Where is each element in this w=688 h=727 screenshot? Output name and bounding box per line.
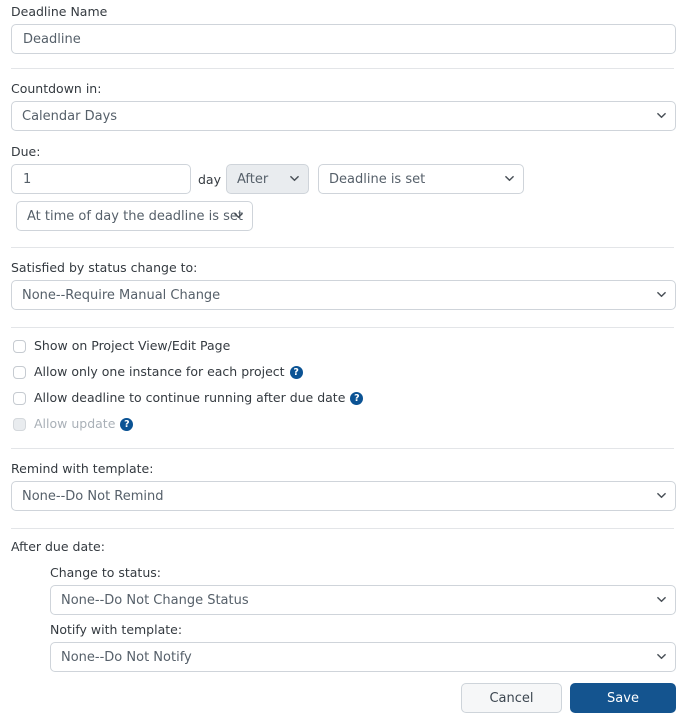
remind-with-template-select[interactable]: None--Do Not Remind [11, 481, 676, 511]
notify-with-template-label: Notify with template: [50, 622, 183, 637]
due-direction-value: After [237, 171, 269, 187]
notify-with-template-value: None--Do Not Notify [61, 649, 192, 665]
deadline-settings-form: Deadline Name Deadline Countdown in: Cal… [0, 0, 688, 727]
change-to-status-label: Change to status: [50, 565, 161, 580]
option-allow-one-instance[interactable]: Allow only one instance for each project… [13, 363, 303, 381]
help-circle-icon[interactable]: ? [120, 417, 134, 431]
satisfied-by-select[interactable]: None--Require Manual Change [11, 280, 676, 310]
option-label: Show on Project View/Edit Page [34, 338, 231, 353]
cancel-button[interactable]: Cancel [461, 683, 562, 713]
countdown-in-value: Calendar Days [22, 108, 118, 124]
after-due-date-label: After due date: [11, 539, 105, 554]
due-direction-select[interactable]: After [226, 164, 309, 194]
option-label: Allow update [34, 416, 116, 431]
change-to-status-value: None--Do Not Change Status [61, 592, 249, 608]
notify-with-template-select[interactable]: None--Do Not Notify [50, 642, 676, 672]
divider-3 [11, 327, 674, 328]
deadline-name-input[interactable]: Deadline [11, 24, 676, 54]
satisfied-by-label: Satisfied by status change to: [11, 260, 198, 275]
chevron-down-icon [657, 290, 666, 299]
checkbox-icon[interactable] [13, 339, 26, 353]
chevron-down-icon [505, 174, 514, 183]
divider-1 [11, 68, 674, 69]
due-time-of-day-select[interactable]: At time of day the deadline is set [16, 201, 253, 231]
option-allow-continue-running[interactable]: Allow deadline to continue running after… [13, 389, 364, 407]
checkbox-icon[interactable] [13, 391, 26, 405]
deadline-name-label: Deadline Name [11, 4, 108, 19]
chevron-down-icon [657, 491, 666, 500]
checkbox-icon[interactable] [13, 365, 26, 379]
option-label: Allow only one instance for each project [34, 364, 285, 379]
chevron-down-icon [290, 174, 299, 183]
divider-2 [11, 247, 674, 248]
divider-4 [11, 448, 674, 449]
option-label: Allow deadline to continue running after… [34, 390, 346, 405]
divider-5 [11, 528, 674, 529]
remind-with-template-value: None--Do Not Remind [22, 488, 164, 504]
help-circle-icon[interactable]: ? [350, 391, 364, 405]
chevron-down-icon [657, 652, 666, 661]
save-button[interactable]: Save [570, 683, 676, 713]
change-to-status-select[interactable]: None--Do Not Change Status [50, 585, 676, 615]
chevron-down-icon [657, 595, 666, 604]
option-allow-update: Allow update ? [13, 415, 134, 433]
due-amount-input[interactable]: 1 [11, 164, 191, 194]
checkbox-icon [13, 417, 26, 431]
due-unit-label: day [198, 172, 221, 187]
due-label: Due: [11, 144, 41, 159]
due-anchor-select[interactable]: Deadline is set [318, 164, 524, 194]
option-show-on-project-view[interactable]: Show on Project View/Edit Page [13, 337, 230, 355]
due-anchor-value: Deadline is set [329, 171, 426, 187]
satisfied-by-value: None--Require Manual Change [22, 287, 221, 303]
chevron-down-icon [657, 111, 666, 120]
countdown-in-label: Countdown in: [11, 81, 102, 96]
countdown-in-select[interactable]: Calendar Days [11, 101, 676, 131]
help-circle-icon[interactable]: ? [289, 365, 303, 379]
due-time-of-day-value: At time of day the deadline is set [27, 208, 244, 224]
remind-with-template-label: Remind with template: [11, 461, 154, 476]
